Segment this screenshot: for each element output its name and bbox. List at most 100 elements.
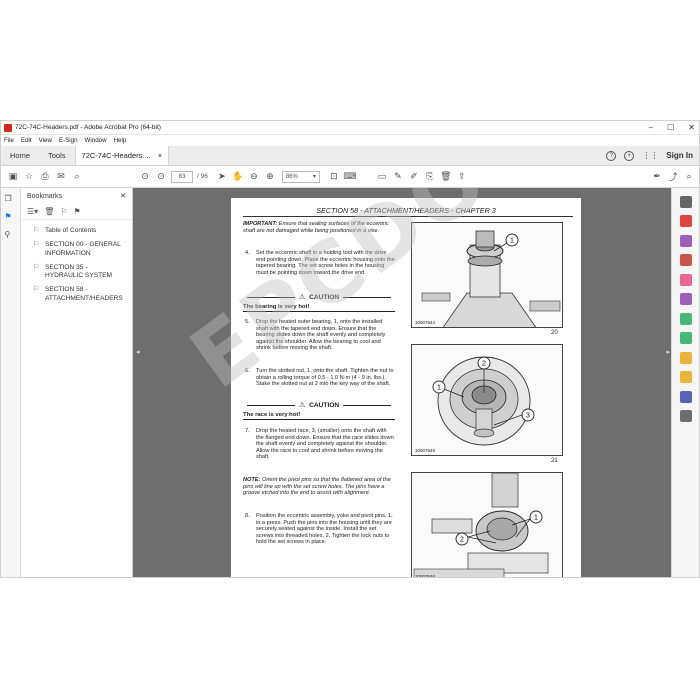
menu-file[interactable]: File [4,137,14,144]
figure-21: 2 1 3 10007645 [411,344,563,456]
close-tab-icon[interactable]: × [158,151,162,160]
search-icon[interactable]: ⌕ [681,169,697,185]
organize-pages-icon[interactable] [679,254,692,266]
maximize-button[interactable]: ☐ [667,123,674,132]
step-text: Drop the heated race, 3, (smaller) onto … [256,428,394,461]
hand-tool-icon[interactable]: ✋ [230,169,246,185]
comment-icon[interactable]: ▭ [374,169,390,185]
callout-label: 3 [526,413,530,420]
share-link-icon[interactable]: ⤴ [665,169,681,185]
combine-files-icon[interactable] [679,234,692,247]
step-number: 5. [245,319,250,325]
figure-id: 10007645 [415,448,436,453]
save-icon[interactable]: ▣ [5,169,21,185]
bookmark-item[interactable]: ⚐ SECTION 00 - GENERAL INFORMATION [21,238,132,261]
caution-label: CAUTION [309,293,340,301]
bookmark-item[interactable]: ⚐ SECTION 58 - ATTACHMENT/HEADERS [21,283,132,306]
callout-label: 1 [510,238,514,245]
figure-22-illustration: 1 2 [412,473,562,577]
fill-sign-icon[interactable] [679,351,692,364]
sign-icon[interactable]: ✒ [649,169,665,185]
warning-triangle-icon: ⚠ [298,294,306,301]
close-panel-icon[interactable]: ✕ [120,192,126,200]
page-thumbnails-icon[interactable]: ❐ [5,194,17,206]
tab-home[interactable]: Home [1,146,39,165]
document-tab-label: 72C-74C-Headers.... [81,151,151,160]
bookmarks-icon[interactable]: ⚑ [5,212,17,224]
page-number-input[interactable]: 83 [171,170,193,183]
bookmark-star-icon[interactable]: ☆ [21,169,37,185]
share-icon[interactable]: ⇪ [454,169,470,185]
acrobat-window: 72C-74C-Headers.pdf - Adobe Acrobat Pro … [0,120,700,578]
important-label: IMPORTANT: [243,221,278,227]
email-icon[interactable]: ✉ [53,169,69,185]
draw-icon[interactable]: ✐ [406,169,422,185]
zoom-out-icon[interactable]: ⊖ [246,169,262,185]
send-comments-icon[interactable] [679,332,692,344]
edit-pdf-icon[interactable] [679,273,692,286]
search-tool-icon[interactable] [679,195,692,208]
bookmarks-header: Bookmarks ✕ [21,188,132,204]
figure-21-illustration: 2 1 3 [412,345,562,455]
close-window-button[interactable]: ✕ [688,123,695,132]
export-pdf-icon[interactable] [679,312,692,325]
collapse-left-panel-icon[interactable]: ◂ [136,348,140,356]
menu-window[interactable]: Window [85,137,107,144]
acrobat-logo-icon [4,123,12,132]
new-bookmark-icon[interactable]: ⚐ [60,207,67,216]
section-divider [243,216,573,217]
attachments-icon[interactable]: ⚲ [5,230,17,242]
delete-bookmark-icon[interactable]: 🗑 [44,207,54,216]
highlight-icon[interactable]: ✎ [390,169,406,185]
bookmark-item[interactable]: ⚐ Table of Contents [21,224,132,238]
tab-document[interactable]: 72C-74C-Headers.... × [74,146,170,165]
keyboard-icon[interactable]: ⌨ [342,169,358,185]
step-4: 4. Set the eccentric shaft in a holding … [243,250,395,276]
caution-banner: ⚠ CAUTION [243,292,395,302]
step-text: Position the eccentric assembly, yoke an… [256,513,393,546]
find-icon[interactable]: ⌕ [69,169,85,185]
fit-page-icon[interactable]: ⊡ [326,169,342,185]
step-number: 7. [245,428,250,434]
tab-tools[interactable]: Tools [39,146,75,165]
collapse-right-panel-icon[interactable]: ▸ [666,348,670,356]
stamp-icon[interactable]: ⎘ [422,169,438,185]
protect-icon[interactable] [679,390,692,403]
next-page-icon[interactable]: ⊙ [153,169,169,185]
figure-22: 1 2 10007646 [411,472,563,577]
figure-20-illustration: 1 [412,223,562,327]
help-icon[interactable]: ? [606,150,617,161]
menu-help[interactable]: Help [114,137,127,144]
find-bookmark-icon[interactable]: ⚑ [74,207,81,216]
bookmark-item[interactable]: ⚐ SECTION 35 - HYDRAULIC SYSTEM [21,261,132,284]
bookmark-label: Table of Contents [45,227,97,234]
figure-number: 20 [551,330,558,336]
menu-esign[interactable]: E-Sign [59,137,78,144]
main-toolbar: ▣ ☆ ⎙ ✉ ⌕ ⊙ ⊙ 83 / 96 ➤ ✋ ⊖ ⊕ 86% ▾ ⊡ ⌨ … [1,166,699,188]
bookmark-label: SECTION 00 - GENERAL INFORMATION [45,241,121,257]
create-pdf-icon[interactable] [679,215,692,227]
apps-grid-icon[interactable]: ⋮⋮ [642,151,658,160]
options-menu-icon[interactable]: ☰▾ [27,207,38,216]
menu-view[interactable]: View [39,137,52,144]
print-icon[interactable]: ⎙ [37,169,53,185]
select-tool-icon[interactable]: ➤ [214,169,230,185]
comment-tool-icon[interactable] [679,293,692,305]
more-tools-icon[interactable] [679,410,692,422]
sign-in-button[interactable]: Sign In [666,151,693,160]
zoom-dropdown[interactable]: 86% ▾ [281,170,320,183]
document-viewport[interactable]: ◂ ▸ SECTION 58 - ATTACHMENT/HEADERS - CH… [133,188,673,577]
stamp-tool-icon[interactable] [679,371,692,383]
previous-page-icon[interactable]: ⊙ [137,169,153,185]
figure-id: 10007644 [415,320,436,325]
tools-rail [671,188,699,577]
bookmarks-panel: Bookmarks ✕ ☰▾ 🗑 ⚐ ⚑ ⚐ Table of Contents… [21,188,133,577]
tab-bar: Home Tools 72C-74C-Headers.... × ? • ⋮⋮ … [1,146,699,166]
menu-edit[interactable]: Edit [21,137,32,144]
zoom-in-icon[interactable]: ⊕ [262,169,278,185]
delete-icon[interactable]: 🗑 [438,169,454,185]
step-number: 6. [245,368,250,374]
minimize-button[interactable]: – [649,123,653,132]
step-5: 5. Drop the heated outer bearing, 1, ont… [243,319,395,352]
notifications-icon[interactable]: • [624,150,635,161]
